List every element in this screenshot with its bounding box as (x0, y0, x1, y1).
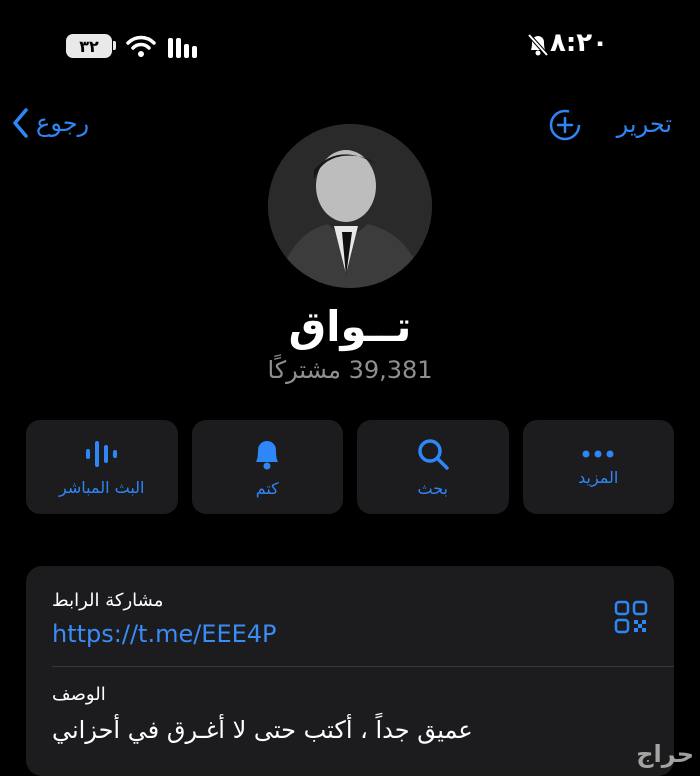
channel-avatar[interactable] (268, 124, 432, 288)
back-button[interactable]: رجوع (12, 108, 89, 138)
mute-button[interactable]: كتم (191, 420, 343, 514)
search-button[interactable]: بحث (357, 420, 509, 514)
more-button[interactable]: المزيد (522, 420, 674, 514)
live-stream-button[interactable]: البث المباشر (26, 420, 178, 514)
search-label: بحث (417, 478, 449, 498)
watermark-logo: حراج (636, 740, 694, 768)
battery-level: ٣٢ (79, 36, 99, 56)
share-link-label: مشاركة الرابط (52, 590, 164, 611)
channel-name: تــواق (288, 302, 412, 351)
back-label: رجوع (36, 109, 90, 137)
battery-indicator: ٣٢ (66, 34, 112, 58)
subscriber-count: 39,381 مشتركًا (267, 356, 433, 384)
channel-description: عميق جداً ، أكتب حتى لا أغـرق في أحزاني (52, 716, 473, 744)
card-divider (52, 666, 674, 667)
qr-code-icon[interactable] (614, 600, 648, 634)
status-time: ٨:٢٠ (549, 28, 608, 58)
more-label: المزيد (578, 467, 619, 487)
live-stream-label: البث المباشر (59, 477, 145, 497)
add-member-icon[interactable] (548, 108, 582, 142)
channel-info-card: مشاركة الرابط https://t.me/EEE4P الوصف ع… (26, 566, 674, 776)
bell-icon (256, 440, 279, 469)
channel-link[interactable]: https://t.me/EEE4P (52, 620, 277, 648)
mute-label: كتم (255, 478, 279, 498)
battery-tip (113, 41, 116, 50)
voice-chat-icon (85, 440, 117, 467)
chevron-left-icon (13, 108, 28, 138)
search-icon (418, 438, 449, 470)
edit-button[interactable]: تحرير (617, 110, 672, 138)
wifi-icon (126, 35, 156, 57)
description-label: الوصف (52, 684, 106, 705)
more-icon (582, 450, 614, 457)
silent-mode-icon (527, 33, 549, 57)
cellular-signal-icon (168, 36, 197, 58)
action-buttons: البث المباشر كتم بحث المزيد (26, 420, 674, 514)
